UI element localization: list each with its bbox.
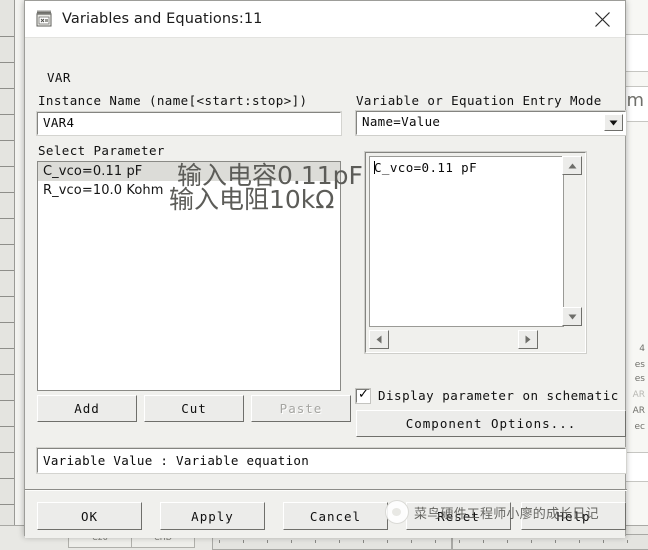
paste-button: Paste	[251, 395, 351, 422]
background-vertical-ruler	[0, 0, 15, 550]
ruler-tick	[219, 540, 220, 543]
ruler-tick	[0, 192, 14, 193]
ruler-tick	[0, 218, 14, 219]
ruler-tick	[267, 540, 268, 543]
ruler-tick	[579, 540, 580, 543]
window-title: Variables and Equations:11	[62, 11, 263, 27]
list-item[interactable]: C_vco=0.11 pF	[38, 162, 340, 181]
entry-mode-label: Variable or Equation Entry Mode	[356, 93, 602, 108]
chevron-down-icon[interactable]	[604, 114, 623, 131]
ruler-tick	[627, 540, 628, 543]
variables-equations-icon	[35, 9, 53, 28]
ruler-tick	[0, 348, 14, 349]
ruler-tick	[315, 540, 316, 543]
status-field: Variable Value : Variable equation	[36, 447, 627, 474]
ruler-tick	[0, 114, 14, 115]
ruler-tick	[0, 322, 14, 323]
ruler-tick	[0, 270, 14, 271]
component-options-button[interactable]: Component Options...	[356, 410, 626, 437]
scroll-up-icon[interactable]	[562, 156, 582, 175]
ruler-tick	[0, 296, 14, 297]
ruler-tick	[555, 540, 556, 543]
background-glyph: AR	[632, 390, 645, 400]
select-parameter-label: Select Parameter	[38, 143, 165, 158]
display-parameter-checkbox[interactable]: ✓	[355, 386, 371, 404]
dialog-body: VAR Instance Name (name[<start:stop>]) V…	[25, 48, 627, 538]
ruler-tick	[459, 540, 460, 543]
ok-button[interactable]: OK	[37, 502, 142, 530]
ruler-tick	[0, 478, 14, 479]
instance-name-input[interactable]: VAR4	[36, 111, 342, 136]
screen: m 4 es es AR AR ec C20 CHD	[0, 0, 648, 550]
background-glyph: es	[634, 360, 645, 370]
ruler-tick	[531, 540, 532, 543]
ruler-tick	[291, 540, 292, 543]
entry-mode-select[interactable]: Name=Value	[355, 110, 627, 136]
footer-divider	[25, 489, 627, 491]
ruler-tick	[411, 540, 412, 543]
scroll-left-icon[interactable]	[369, 330, 389, 349]
help-button[interactable]: Help	[521, 502, 626, 530]
equation-editor[interactable]: C_vco=0.11 pF	[364, 151, 587, 354]
ruler-tick	[0, 374, 14, 375]
ruler-tick	[387, 540, 388, 543]
apply-button[interactable]: Apply	[160, 502, 265, 530]
cancel-button[interactable]: Cancel	[283, 502, 388, 530]
ruler-tick	[0, 140, 14, 141]
ruler-tick	[243, 540, 244, 543]
variables-and-equations-dialog: Variables and Equations:11 VAR Instance …	[24, 0, 627, 538]
ruler-tick	[435, 540, 436, 543]
ruler-tick	[363, 540, 364, 543]
ruler-tick	[339, 540, 340, 543]
ruler-tick	[0, 400, 14, 401]
ruler-tick	[0, 426, 14, 427]
title-bar: Variables and Equations:11	[25, 1, 625, 38]
add-button[interactable]: Add	[37, 395, 137, 422]
scroll-right-icon[interactable]	[518, 330, 538, 349]
equation-editor-textarea[interactable]: C_vco=0.11 pF	[369, 156, 564, 327]
parameter-listbox[interactable]: C_vco=0.11 pF R_vco=10.0 Kohm	[37, 161, 341, 391]
close-icon[interactable]	[579, 1, 625, 37]
ruler-tick	[0, 244, 14, 245]
entry-mode-value: Name=Value	[362, 114, 441, 129]
ruler-tick	[0, 504, 14, 505]
scroll-down-icon[interactable]	[562, 307, 582, 326]
list-item[interactable]: R_vco=10.0 Kohm	[38, 181, 340, 200]
ruler-tick	[483, 540, 484, 543]
ruler-tick	[0, 88, 14, 89]
background-glyph: m	[626, 90, 644, 111]
background-glyph: AR	[632, 406, 645, 416]
ruler-tick	[0, 36, 14, 37]
background-glyph: es	[634, 374, 645, 384]
ruler-tick	[603, 540, 604, 543]
ruler-tick	[507, 540, 508, 543]
reset-button[interactable]: Reset	[406, 502, 511, 530]
display-parameter-checkbox-row[interactable]: ✓ Display parameter on schematic	[355, 386, 619, 404]
background-glyph: ec	[634, 422, 646, 432]
ruler-tick	[0, 62, 14, 63]
display-parameter-label: Display parameter on schematic	[378, 388, 619, 403]
cut-button[interactable]: Cut	[144, 395, 244, 422]
background-glyph: 4	[639, 344, 645, 354]
equation-editor-text: C_vco=0.11 pF	[374, 160, 478, 175]
ruler-tick	[0, 166, 14, 167]
title-spacer	[25, 38, 625, 48]
ruler-tick	[0, 452, 14, 453]
checkmark-icon: ✓	[358, 386, 369, 402]
var-label: VAR	[47, 70, 71, 85]
instance-name-label: Instance Name (name[<start:stop>])	[38, 93, 308, 108]
